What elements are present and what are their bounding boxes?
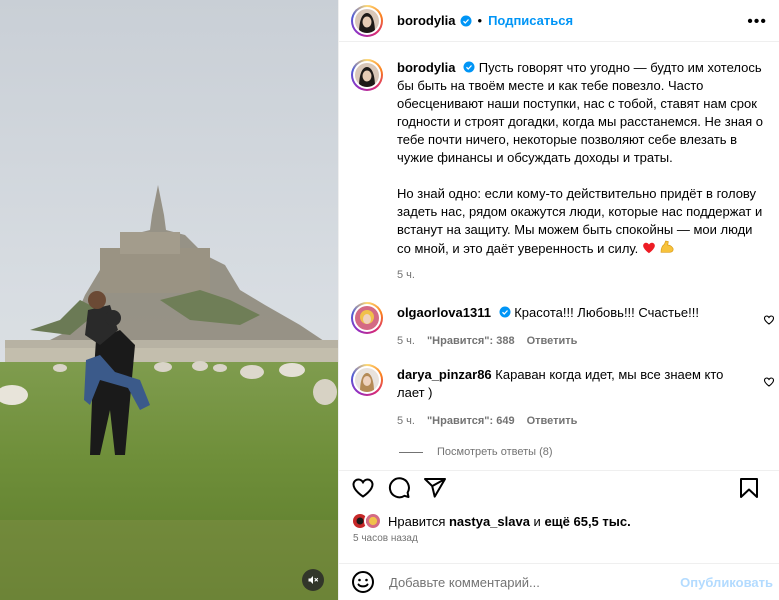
add-comment-bar: Опубликовать <box>339 563 779 600</box>
comment-likes[interactable]: "Нравится": 388 <box>427 332 515 350</box>
comment-username[interactable]: darya_pinzar86 <box>397 367 492 382</box>
flexed-biceps-emoji-icon <box>661 240 674 253</box>
post-photo <box>0 0 338 600</box>
liker-avatar <box>364 512 382 530</box>
post-media[interactable] <box>0 0 338 600</box>
comment-item: olgaorlova1311 Красота!!! Любовь!!! Счас… <box>339 302 779 350</box>
heart-emoji-icon <box>643 242 655 254</box>
caption-text-p2: Но знай одно: если кому-то действительно… <box>397 186 763 256</box>
post-caption: borodylia Пусть говорят что угодно — буд… <box>339 43 779 284</box>
heart-icon[interactable] <box>351 476 375 500</box>
comment-item: darya_pinzar86 Караван когда идет, мы вс… <box>339 364 779 430</box>
post-timestamp: 5 часов назад <box>353 533 418 544</box>
comment-text: Красота!!! Любовь!!! Счастье!!! <box>514 305 699 320</box>
emoji-icon[interactable] <box>351 570 375 594</box>
comment-likes[interactable]: "Нравится": 649 <box>427 412 515 430</box>
reply-button[interactable]: Ответить <box>527 332 578 350</box>
comment-time: 5 ч. <box>397 335 415 347</box>
liked-by-prefix: Нравится <box>388 513 449 529</box>
liked-by-user[interactable]: nastya_slava <box>449 514 530 529</box>
follow-button[interactable]: Подписаться <box>488 13 573 28</box>
commenter-avatar[interactable] <box>351 302 383 334</box>
verified-badge-icon <box>463 61 475 73</box>
replies-divider <box>399 451 423 453</box>
view-replies-button[interactable]: Посмотреть ответы (8) <box>399 446 779 458</box>
liked-by-and: и <box>529 513 545 529</box>
comment-username[interactable]: olgaorlova1311 <box>397 305 491 320</box>
caption-text-p1: Пусть говорят что угодно — будто им хоте… <box>397 60 764 165</box>
comment-input[interactable] <box>389 574 669 590</box>
caption-avatar[interactable] <box>351 59 383 91</box>
share-icon[interactable] <box>423 476 447 500</box>
bookmark-icon[interactable] <box>737 476 761 500</box>
comments-scroll-area[interactable]: borodylia Пусть говорят что угодно — буд… <box>339 43 779 463</box>
caption-username[interactable]: borodylia <box>397 60 456 75</box>
comment-icon[interactable] <box>387 476 411 500</box>
liked-by-count[interactable]: ещё 65,5 тыс. <box>544 514 630 529</box>
reply-button[interactable]: Ответить <box>527 412 578 430</box>
separator-dot: • <box>477 13 483 28</box>
mute-icon <box>308 576 319 584</box>
verified-badge-icon <box>499 306 511 318</box>
post-side-panel: borodylia • Подписаться ••• borodylia Пу <box>338 0 779 600</box>
commenter-avatar[interactable] <box>351 364 383 396</box>
verified-badge-icon <box>460 15 472 26</box>
comment-like-heart-icon[interactable] <box>763 376 775 388</box>
caption-time: 5 ч. <box>397 269 415 281</box>
comment-time: 5 ч. <box>397 415 415 427</box>
comment-like-heart-icon[interactable] <box>763 314 775 326</box>
likes-summary[interactable]: Нравится nastya_slava и ещё 65,5 тыс. <box>351 512 631 530</box>
post-header: borodylia • Подписаться ••• <box>339 0 779 42</box>
more-options-button[interactable]: ••• <box>747 13 767 31</box>
mute-button[interactable] <box>302 569 324 591</box>
view-replies-label: Посмотреть ответы (8) <box>437 446 553 458</box>
author-avatar[interactable] <box>351 4 383 37</box>
post-action-bar <box>339 470 779 504</box>
publish-button[interactable]: Опубликовать <box>680 575 773 590</box>
author-username[interactable]: borodylia <box>397 13 456 28</box>
